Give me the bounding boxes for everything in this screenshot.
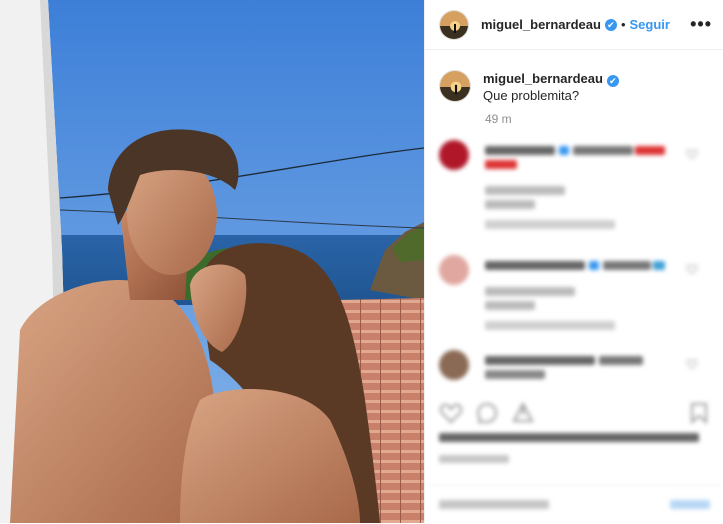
comment-item xyxy=(439,350,710,390)
comment-avatar xyxy=(439,255,469,285)
comment-author-blur xyxy=(485,356,595,365)
comment-meta-blur xyxy=(485,321,615,330)
more-options-icon[interactable]: ••• xyxy=(690,14,712,35)
comment-text-blur xyxy=(573,146,633,155)
comment-emoji-blur xyxy=(485,160,517,169)
comment-icon[interactable] xyxy=(475,401,499,425)
caption-avatar[interactable] xyxy=(439,70,471,102)
caption-timestamp: 49 m xyxy=(485,112,512,126)
comment-emoji-blur xyxy=(635,146,665,155)
post-image xyxy=(0,0,424,523)
comment-author-blur xyxy=(485,261,585,270)
comment-text-blur xyxy=(599,356,643,365)
caption-text: miguel_bernardeau ✔ Que problemita? xyxy=(483,70,633,104)
comment-emoji-blur xyxy=(653,261,665,270)
likes-blur xyxy=(439,433,699,442)
caption: miguel_bernardeau ✔ Que problemita? xyxy=(425,50,723,104)
add-comment-placeholder-blur xyxy=(439,500,549,509)
post-header: miguel_bernardeau ✔ • Seguir ••• xyxy=(425,0,723,50)
comment-text-blur xyxy=(603,261,651,270)
comment-meta-blur xyxy=(485,220,615,229)
comment-text-blur xyxy=(485,301,535,310)
post-age-blur xyxy=(439,455,509,463)
comment-text-blur xyxy=(485,287,575,296)
verified-badge-icon: ✔ xyxy=(604,18,617,31)
avatar-image xyxy=(440,10,468,39)
comment-like-icon[interactable] xyxy=(686,263,698,275)
comment-like-icon[interactable] xyxy=(686,358,698,370)
comment-badge-blur xyxy=(559,146,569,155)
post-photo[interactable] xyxy=(0,0,424,523)
comment-author-blur xyxy=(485,146,555,155)
comment-text-blur xyxy=(485,370,545,379)
comment-item xyxy=(439,140,710,230)
caption-username[interactable]: miguel_bernardeau xyxy=(483,71,603,86)
action-bar xyxy=(425,395,723,431)
comment-text-blur xyxy=(485,200,535,209)
caption-avatar-image xyxy=(440,71,470,101)
bookmark-icon[interactable] xyxy=(687,401,711,425)
post-side-panel: miguel_bernardeau ✔ • Seguir ••• miguel_… xyxy=(424,0,723,523)
share-icon[interactable] xyxy=(511,401,535,425)
separator-dot: • xyxy=(620,17,626,32)
header-username[interactable]: miguel_bernardeau xyxy=(481,17,601,32)
comment-item xyxy=(439,255,710,340)
add-comment-bar[interactable] xyxy=(425,485,723,524)
comment-badge-blur xyxy=(589,261,599,270)
publish-button-blur[interactable] xyxy=(670,500,710,509)
follow-button[interactable]: Seguir xyxy=(630,17,670,32)
caption-verified-icon: ✔ xyxy=(606,75,619,87)
comment-avatar xyxy=(439,350,469,380)
comment-like-icon[interactable] xyxy=(686,148,698,160)
caption-body: Que problemita? xyxy=(483,88,580,103)
heart-icon[interactable] xyxy=(439,401,463,425)
comment-text-blur xyxy=(485,186,565,195)
avatar[interactable] xyxy=(439,9,469,40)
comment-avatar xyxy=(439,140,469,170)
